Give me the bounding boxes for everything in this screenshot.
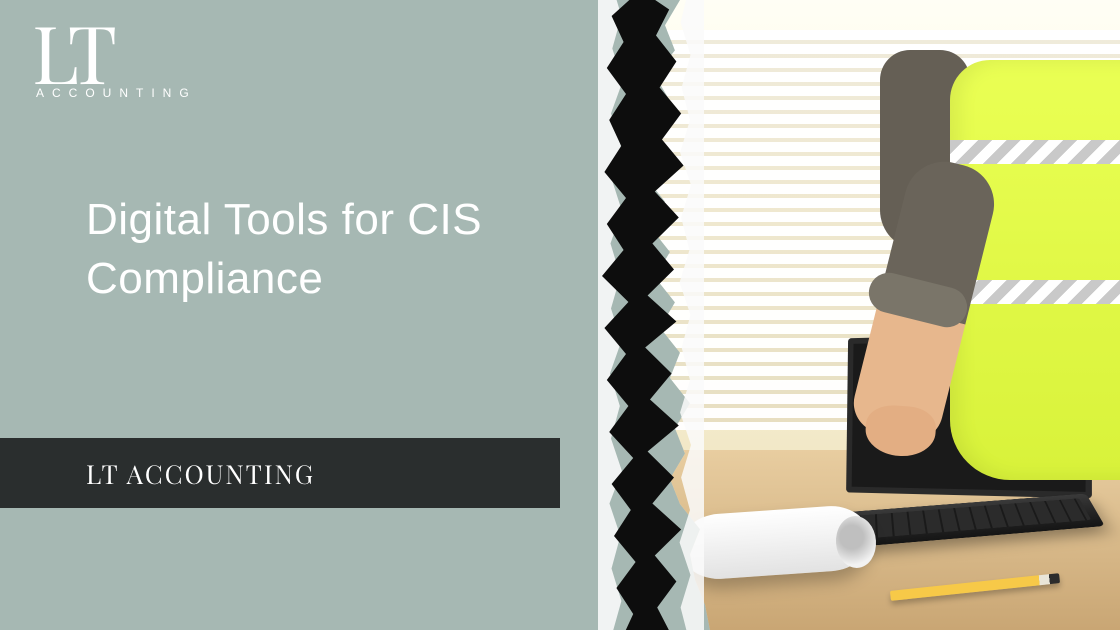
- hero-photo: [620, 0, 1120, 630]
- page-title: Digital Tools for CIS Compliance: [86, 190, 566, 309]
- banner-graphic: LT ACCOUNTING Digital Tools for CIS Comp…: [0, 0, 1120, 630]
- logo-monogram: LT: [32, 20, 197, 84]
- logo-wordmark: ACCOUNTING: [36, 86, 197, 100]
- brand-bar-label: LT ACCOUNTING: [86, 456, 315, 491]
- brand-logo: LT ACCOUNTING: [32, 20, 197, 100]
- brand-bar: LT ACCOUNTING: [0, 438, 560, 508]
- rolled-paper-plans: [680, 510, 870, 575]
